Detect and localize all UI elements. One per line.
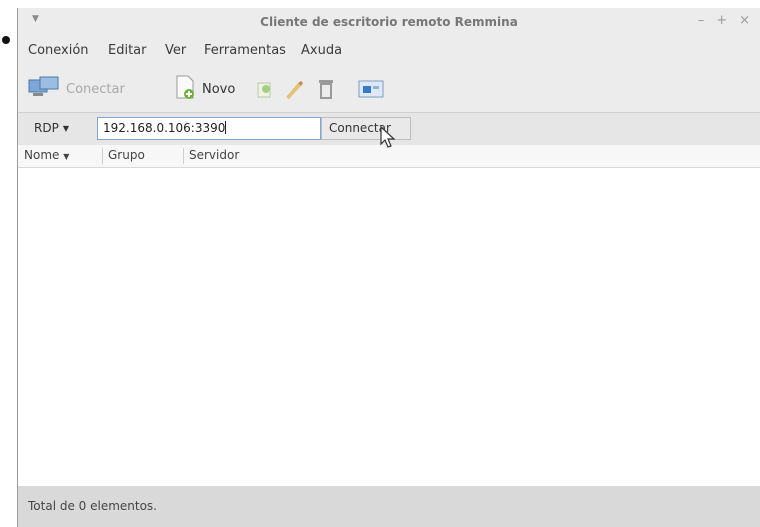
- page-top-strip: [0, 0, 760, 6]
- column-nome-label: Nome: [24, 148, 60, 162]
- window-controls: – + ×: [698, 13, 750, 28]
- connect-toolbar-label: Conectar: [66, 81, 125, 97]
- maximize-button[interactable]: +: [716, 13, 727, 28]
- toolbar: Conectar Novo: [18, 65, 760, 113]
- list-bullet: [2, 36, 10, 44]
- column-divider: [102, 148, 103, 164]
- status-bar: Total de 0 elementos.: [18, 486, 760, 527]
- status-text: Total de 0 elementos.: [28, 499, 157, 513]
- new-toolbar-label: Novo: [202, 81, 236, 97]
- new-icon: [174, 74, 196, 104]
- chevron-down-icon: ▼: [62, 123, 69, 133]
- server-input-value: 192.168.0.106:3390: [103, 121, 226, 135]
- menu-axuda[interactable]: Axuda: [301, 43, 342, 58]
- new-toolbar-button[interactable]: Novo: [174, 75, 235, 103]
- sort-arrow-icon: ▼: [63, 152, 70, 161]
- menu-editar[interactable]: Editar: [108, 43, 147, 58]
- copy-icon[interactable]: [256, 75, 274, 103]
- column-servidor[interactable]: Servidor: [189, 148, 239, 162]
- menu-ver[interactable]: Ver: [165, 43, 186, 58]
- menu-conexion[interactable]: Conexión: [28, 43, 89, 58]
- delete-icon[interactable]: [318, 75, 334, 103]
- connection-list[interactable]: [18, 168, 760, 486]
- column-grupo[interactable]: Grupo: [108, 148, 145, 162]
- window-title: Cliente de escritorio remoto Remmina: [260, 15, 518, 29]
- column-divider: [183, 148, 184, 164]
- edit-icon[interactable]: [282, 75, 306, 103]
- connect-toolbar-button[interactable]: Conectar: [28, 75, 125, 103]
- title-bar: ▼ Cliente de escritorio remoto Remmina –…: [18, 8, 760, 35]
- menu-bar: Conexión Editar Ver Ferramentas Axuda: [18, 35, 760, 65]
- menu-ferramentas[interactable]: Ferramentas: [204, 43, 286, 58]
- close-button[interactable]: ×: [739, 13, 750, 28]
- mouse-pointer-icon: [380, 126, 396, 148]
- column-nome[interactable]: Nome ▼: [24, 148, 69, 162]
- quick-connect-button[interactable]: Connectar: [321, 117, 411, 140]
- protocol-selector[interactable]: RDP ▼: [34, 121, 69, 135]
- text-caret: [225, 121, 227, 134]
- protocol-value: RDP: [34, 121, 59, 135]
- preferences-icon[interactable]: [358, 75, 384, 103]
- server-input[interactable]: 192.168.0.106:3390: [97, 117, 321, 140]
- remmina-window: ▼ Cliente de escritorio remoto Remmina –…: [17, 8, 760, 527]
- connect-icon: [28, 76, 60, 102]
- minimize-button[interactable]: –: [698, 13, 705, 28]
